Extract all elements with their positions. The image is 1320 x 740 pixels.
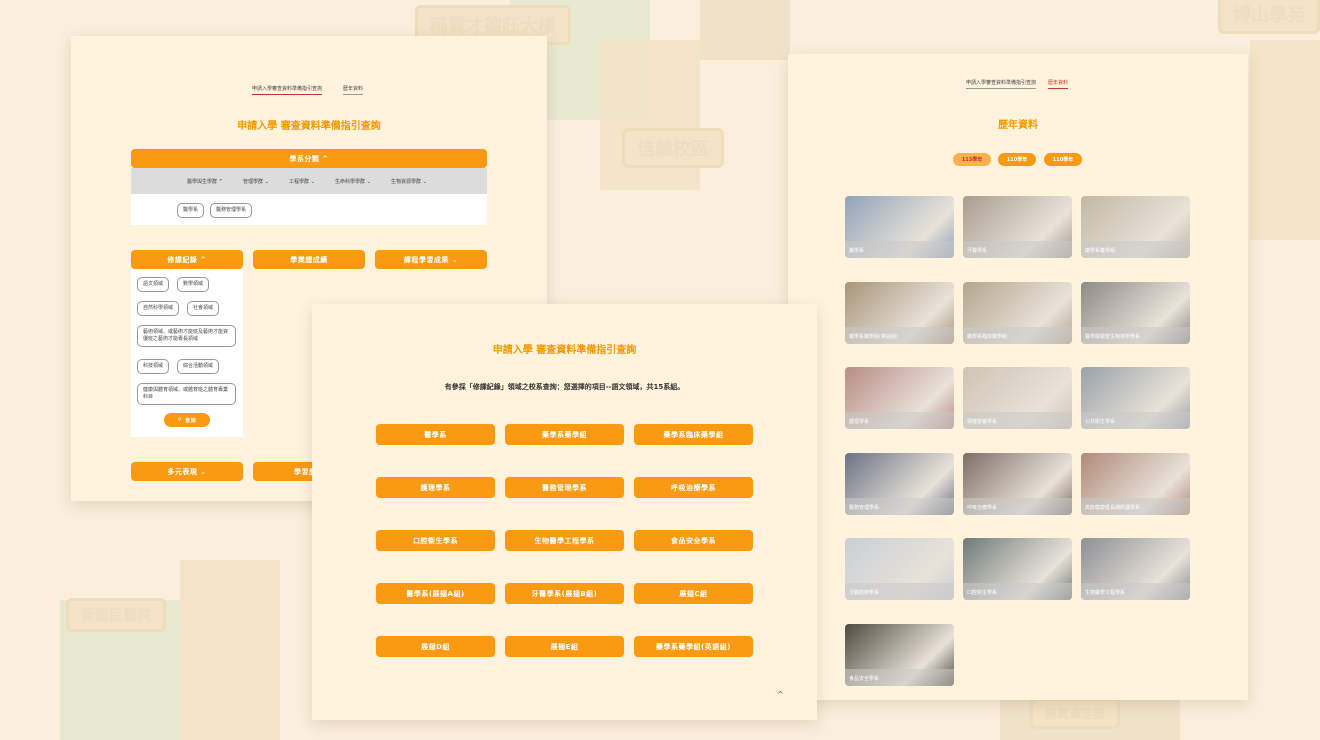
dept-result-button[interactable]: 藥學系藥學組: [505, 424, 624, 445]
domain-chip[interactable]: 數學領域: [177, 277, 210, 292]
dept-card-label: 食品安全學系: [845, 668, 954, 686]
result-summary: 有參採「修課紀錄」領域之校系查詢：您選擇的項目--語文領域，共15系組。: [444, 383, 685, 391]
dept-photo-card[interactable]: 藥學系藥學組: [1081, 196, 1190, 258]
dept-photo-card[interactable]: 牙體技術學系: [845, 538, 954, 600]
page-title: 申請入學 審查資料準備指引查詢: [237, 121, 381, 132]
panel-query-result: 申請入學 審查資料準備指引查詢 有參採「修課紀錄」領域之校系查詢：您選擇的項目-…: [312, 304, 817, 720]
dept-result-button[interactable]: 醫學系(展翅A組): [376, 583, 495, 604]
domain-chip[interactable]: 自然科學領域: [137, 301, 180, 316]
domain-chip[interactable]: 社會領域: [187, 301, 220, 316]
dept-result-button[interactable]: 口腔衛生學系: [376, 530, 495, 551]
dept-card-label: 牙體技術學系: [845, 583, 954, 600]
dept-card-label: 藥學系藥學組: [1081, 241, 1190, 258]
dept-photo-card[interactable]: 藥學系臨床藥學組: [963, 281, 1072, 344]
domain-chip[interactable]: 綜合活動領域: [177, 359, 220, 374]
dept-photo-card[interactable]: 呼吸治療學系: [963, 452, 1072, 515]
dept-card-label: 保健營養學系: [963, 412, 1072, 429]
dept-result-button[interactable]: 展翅D組: [376, 636, 495, 657]
search-icon: ⚲: [177, 417, 183, 423]
dept-card-label: 護理學系: [845, 412, 954, 429]
dept-photo-card[interactable]: 生物醫學工程學系: [1081, 538, 1190, 600]
dept-card-label: 公共衛生學系: [1081, 412, 1190, 429]
bg-sign: 稱翼滿足臉: [1030, 698, 1121, 729]
dept-result-button[interactable]: 醫學系: [376, 424, 495, 445]
dept-result-button[interactable]: 食品安全學系: [634, 530, 753, 551]
dept-card-label: 藥學系臨床藥學組: [963, 326, 1072, 344]
result-title: 申請入學 審查資料準備指引查詢: [492, 345, 637, 356]
college-tab[interactable]: 生物資源學群 ⌄: [391, 178, 427, 185]
dept-photo-card[interactable]: 醫務管理學系: [845, 452, 954, 515]
dept-category-button[interactable]: 學系分類 ^: [131, 149, 487, 168]
domain-chip[interactable]: 健康與體育領域、或體育班之體育專業科目: [137, 383, 236, 405]
dept-result-button[interactable]: 牙醫學系(展翅B組): [505, 583, 624, 604]
scroll-top-icon[interactable]: ^: [777, 690, 784, 699]
dept-result-button[interactable]: 護理學系: [376, 477, 495, 498]
dept-chip[interactable]: 醫務管理學系: [210, 203, 253, 218]
domain-chip[interactable]: 語文領域: [137, 277, 170, 292]
domain-chip[interactable]: 科技領域: [137, 359, 170, 374]
college-tab[interactable]: 醫學與生學群 ^: [187, 178, 223, 185]
dept-photo-card[interactable]: 醫學檢驗暨生物技術學系: [1081, 281, 1190, 344]
panel-history: 申請入學審查資料準備指引查詢 歷年資料 歷年資料 113學年 110學年 110…: [788, 54, 1248, 700]
dept-card-label: 口腔衛生學系: [963, 583, 1072, 600]
course-record-button[interactable]: 修課紀錄 ^: [131, 250, 243, 269]
dept-result-button[interactable]: 藥學系臨床藥學組: [634, 424, 753, 445]
dept-card-label: 呼吸治療學系: [963, 497, 1072, 515]
dept-photo-card[interactable]: 藥學系藥學組(英語組): [845, 281, 954, 344]
dept-card-label: 醫學系: [845, 241, 954, 258]
dept-card-label: 藥學系藥學組(英語組): [845, 326, 954, 344]
bg-sign: 博山學苑: [1218, 0, 1320, 34]
dept-card-label: 生物醫學工程學系: [1081, 583, 1190, 600]
tab-application-guide[interactable]: 申請入學審查資料準備指引查詢: [252, 85, 323, 95]
dept-photo-card[interactable]: 牙醫學系: [963, 196, 1072, 258]
query-button[interactable]: ⚲ 查詢: [164, 413, 210, 427]
college-tab[interactable]: 生命科學學群 ⌄: [335, 178, 371, 185]
dept-result-button[interactable]: 生物醫學工程學系: [505, 530, 624, 551]
dept-result-button[interactable]: 呼吸治療學系: [634, 477, 753, 498]
tab-history[interactable]: 歷年資料: [343, 85, 364, 95]
bg-building: [180, 560, 280, 740]
diverse-button[interactable]: 多元表現 ⌄: [131, 462, 243, 481]
year-pill[interactable]: 113學年: [953, 153, 991, 166]
history-title: 歷年資料: [998, 120, 1038, 131]
bg-sign: 信義校區: [622, 128, 724, 168]
year-pill[interactable]: 110學年: [1044, 153, 1082, 166]
dept-card-label: 牙醫學系: [963, 241, 1072, 258]
domain-chip[interactable]: 藝術領域、或藝術才能班及藝術才能資優班之藝術才能專長領域: [137, 325, 236, 347]
query-button-label: 查詢: [185, 417, 197, 424]
dept-result-button[interactable]: 展翅E組: [505, 636, 624, 657]
college-tabbar: 醫學與生學群 ^ 管理學群 ⌄ 工程學群 ⌄ 生命科學學群 ⌄ 生物資源學群 ⌄: [131, 168, 487, 194]
college-tab[interactable]: 工程學群 ⌄: [289, 178, 315, 185]
dept-card-label: 高齡健康暨長期照護學系: [1081, 497, 1190, 515]
dept-result-button[interactable]: 醫務管理學系: [505, 477, 624, 498]
dept-photo-card[interactable]: 醫學系: [845, 196, 954, 258]
bg-building: [700, 0, 790, 60]
tab-history[interactable]: 歷年資料: [1048, 79, 1069, 89]
dept-photo-card[interactable]: 護理學系: [845, 367, 954, 429]
course-learning-button[interactable]: 課程學習成果 ⌄: [375, 250, 487, 269]
bg-sign: 新國民醫院: [66, 598, 166, 632]
tab-application-guide[interactable]: 申請入學審查資料準備指引查詢: [966, 79, 1037, 89]
dept-result-button[interactable]: 展翅C組: [634, 583, 753, 604]
dept-result-button[interactable]: 藥學系藥學組(英語組): [634, 636, 753, 657]
dept-card-label: 醫學檢驗暨生物技術學系: [1081, 326, 1190, 344]
learning-result-button[interactable]: 學業總成績: [253, 250, 365, 269]
dept-photo-card[interactable]: 保健營養學系: [963, 367, 1072, 429]
dept-photo-card[interactable]: 食品安全學系: [845, 623, 954, 686]
dept-photo-card[interactable]: 公共衛生學系: [1081, 367, 1190, 429]
dept-chip-area: 醫學系 醫務管理學系: [131, 194, 487, 225]
domain-chip-area: 語文領域 數學領域 自然科學領域 社會領域 藝術領域、或藝術才能班及藝術才能資優…: [131, 269, 243, 437]
dept-card-label: 醫務管理學系: [845, 497, 954, 515]
bg-building: [1250, 40, 1320, 240]
dept-chip[interactable]: 醫學系: [177, 203, 205, 218]
dept-photo-card[interactable]: 口腔衛生學系: [963, 538, 1072, 600]
year-pill[interactable]: 110學年: [998, 153, 1036, 166]
college-tab[interactable]: 管理學群 ⌄: [243, 178, 269, 185]
dept-photo-card[interactable]: 高齡健康暨長期照護學系: [1081, 452, 1190, 515]
